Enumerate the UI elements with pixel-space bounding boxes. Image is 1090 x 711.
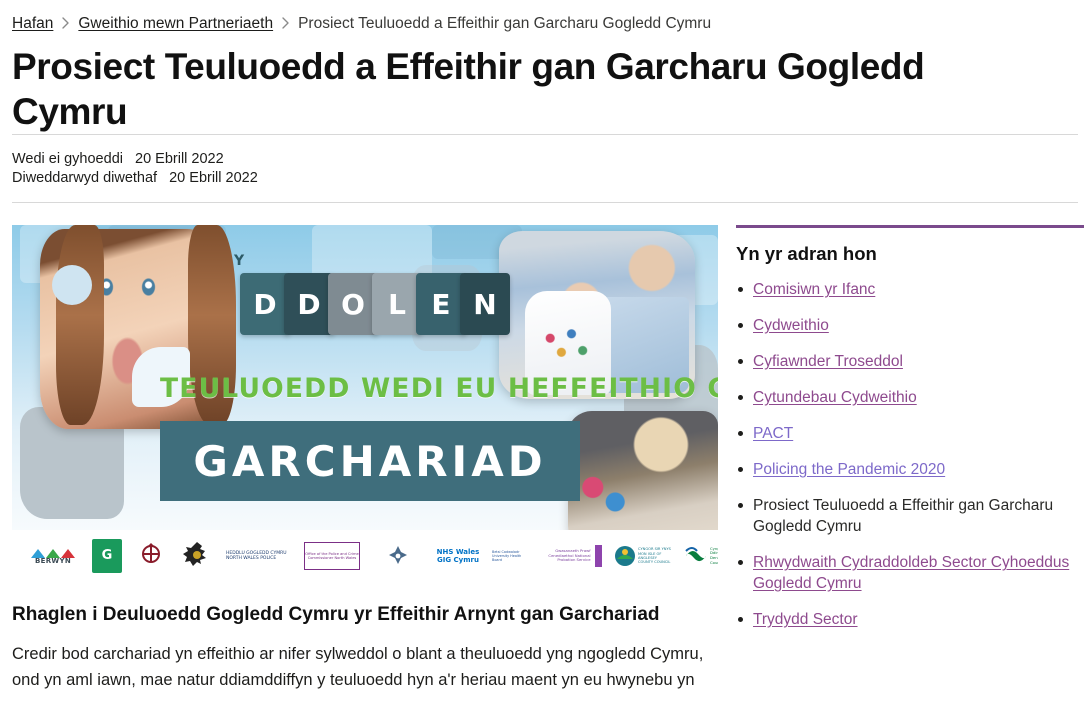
section-subheading: Rhaglen i Deuluoedd Gogledd Cymru yr Eff… (12, 604, 660, 625)
puzzle-letter-tile: N (460, 273, 510, 335)
published-label: Wedi ei gyhoeddi (12, 151, 123, 167)
sidebar-link[interactable]: Trydydd Sector (753, 611, 858, 628)
banner-garchariad-bar: GARCHARIAD (160, 421, 580, 501)
sidebar-item-rhwydwaith-cydraddoldeb[interactable]: Rhwydwaith Cydraddoldeb Sector Cyhoeddus… (736, 552, 1084, 594)
logo-g: G (92, 539, 122, 573)
logo-mark (594, 545, 602, 567)
sidebar-item-current-page: Prosiect Teuluoedd a Effeithir gan Garch… (736, 495, 1084, 537)
banner-garchariad-word: GARCHARIAD (193, 436, 547, 486)
published-value: 20 Ebrill 2022 (135, 151, 224, 167)
content-columns: Y D D O L E N TEULUOEDD WEDI EU HEFFEITH… (12, 225, 1084, 693)
puzzle-letter-tile: E (416, 273, 474, 335)
page-title: Prosiect Teuluoedd a Effeithir gan Garch… (12, 46, 925, 132)
logo-north-wales-police-crest (180, 539, 214, 573)
sidebar-item-cyfiawnder-troseddol[interactable]: Cyfiawnder Troseddol (736, 351, 1084, 372)
logo-text: Betsi Cadwaladr University Health Board (492, 549, 522, 563)
sidebar-item-trydydd-sector[interactable]: Trydydd Sector (736, 609, 1084, 630)
partner-logo-strip: BERWYN G HEDDLU GOGLEDD CYMRU NORTH WALE… (12, 530, 718, 582)
sidebar-link[interactable]: Cyfiawnder Troseddol (753, 353, 903, 370)
banner-green-headline: TEULUOEDD WEDI EU HEFFEITHIO GAN (160, 373, 718, 404)
photo-detail (52, 265, 92, 305)
logo-fire-and-rescue (134, 539, 168, 573)
breadcrumb-item-current: Prosiect Teuluoedd a Effeithir gan Garch… (298, 15, 712, 32)
logo-text: CYNGOR SIR YNYS MON ISLE OF ANGLESEY COU… (638, 547, 671, 565)
breadcrumb: Hafan Gweithio mewn Partneriaeth Prosiec… (12, 0, 1078, 36)
sidebar-link-list: Comisiwn yr Ifanc Cydweithio Cyfiawnder … (736, 279, 1084, 630)
ddolen-banner-image: Y D D O L E N TEULUOEDD WEDI EU HEFFEITH… (12, 225, 718, 582)
updated-row: Diweddarwyd diwethaf 20 Ebrill 2022 (12, 169, 1078, 188)
sidebar-item-cydweithio[interactable]: Cydweithio (736, 315, 1084, 336)
puzzle-letter: O (341, 287, 365, 321)
logo-text: NHS Wales GIG Cymru (436, 548, 480, 564)
sidebar-item-cytundebau-cydweithio[interactable]: Cytundebau Cydweithio (736, 387, 1084, 408)
logo-nhs-wales: NHS Wales GIG Cymru (436, 539, 480, 573)
puzzle-letter-tile: O (328, 273, 386, 335)
logo-denbighshire: Cyngor Sir Ddinbych Denbighshire County … (684, 539, 718, 573)
logo-heddlu-gogledd-cymru: HEDDLU GOGLEDD CYMRU NORTH WALES POLICE (226, 539, 292, 573)
logo-berwyn: BERWYN (26, 539, 80, 573)
updated-value: 20 Ebrill 2022 (169, 170, 258, 186)
photo-detail (56, 225, 104, 425)
updated-label: Diweddarwyd diwethaf (12, 170, 158, 186)
logo-national-probation-service: Gwasanaeth Prawf Cenedlaethol National P… (544, 539, 602, 573)
sidebar-link[interactable]: Rhwydwaith Cydraddoldeb Sector Cyhoeddus… (753, 554, 1069, 592)
logo-text: Gwasanaeth Prawf Cenedlaethol National P… (548, 548, 591, 563)
logo-text: G (101, 548, 113, 563)
publication-meta: Wedi ei gyhoeddi 20 Ebrill 2022 Diweddar… (12, 135, 1078, 202)
sidebar-link[interactable]: Cydweithio (753, 317, 829, 334)
sidebar: Yn yr adran hon Comisiwn yr Ifanc Cydwei… (736, 225, 1084, 645)
divider-below-meta (12, 202, 1078, 203)
photo-detail (576, 465, 632, 521)
puzzle-letter-tile: D (284, 273, 342, 335)
chevron-right-icon (62, 17, 70, 29)
banner-ddolen-letters: D D O L E N (240, 273, 510, 335)
sidebar-link[interactable]: Cytundebau Cydweithio (753, 389, 917, 406)
puzzle-letter: D (253, 287, 277, 321)
puzzle-letter-tile: L (372, 273, 430, 335)
logo-text: HEDDLU GOGLEDD CYMRU NORTH WALES POLICE (226, 550, 287, 562)
published-row: Wedi ei gyhoeddi 20 Ebrill 2022 (12, 150, 1078, 169)
logo-police-crime-commissioner: Office of the Police and Crime Commissio… (304, 542, 360, 570)
sidebar-item-pact[interactable]: PACT (736, 423, 1084, 444)
puzzle-letter: L (388, 287, 406, 321)
logo-text: BERWYN (35, 556, 71, 565)
sidebar-link[interactable]: PACT (753, 425, 793, 442)
puzzle-letter-tile: D (240, 273, 298, 335)
logo-betsi-cadwaladr (372, 539, 424, 573)
main-column: Y D D O L E N TEULUOEDD WEDI EU HEFFEITH… (12, 225, 718, 693)
in-this-section-box: Yn yr adran hon Comisiwn yr Ifanc Cydwei… (736, 225, 1084, 630)
sidebar-item-comisiwn-yr-ifanc[interactable]: Comisiwn yr Ifanc (736, 279, 1084, 300)
sidebar-link[interactable]: Policing the Pandemic 2020 (753, 461, 945, 478)
logo-text: Cyngor Sir Ddinbych Denbighshire County … (710, 545, 718, 565)
sidebar-item-policing-the-pandemic-2020[interactable]: Policing the Pandemic 2020 (736, 459, 1084, 480)
logo-health-board-text: Betsi Cadwaladr University Health Board (492, 539, 532, 573)
article-page: Hafan Gweithio mewn Partneriaeth Prosiec… (0, 0, 1090, 693)
logo-text: Office of the Police and Crime Commissio… (305, 551, 359, 560)
puzzle-letter: N (473, 287, 497, 321)
intro-paragraph: Credir bod carchariad yn effeithio ar ni… (12, 645, 704, 689)
puzzle-letter: D (297, 287, 321, 321)
sidebar-title: Yn yr adran hon (736, 243, 877, 264)
chevron-right-icon (282, 17, 289, 29)
breadcrumb-item-partnership[interactable]: Gweithio mewn Partneriaeth (78, 14, 273, 34)
logo-isle-of-anglesey: CYNGOR SIR YNYS MON ISLE OF ANGLESEY COU… (614, 539, 672, 573)
banner-y-word: Y (234, 253, 245, 269)
sidebar-current-label: Prosiect Teuluoedd a Effeithir gan Garch… (753, 497, 1054, 535)
breadcrumb-item-home[interactable]: Hafan (12, 14, 53, 34)
puzzle-letter: E (431, 287, 451, 321)
sidebar-link[interactable]: Comisiwn yr Ifanc (753, 281, 875, 298)
